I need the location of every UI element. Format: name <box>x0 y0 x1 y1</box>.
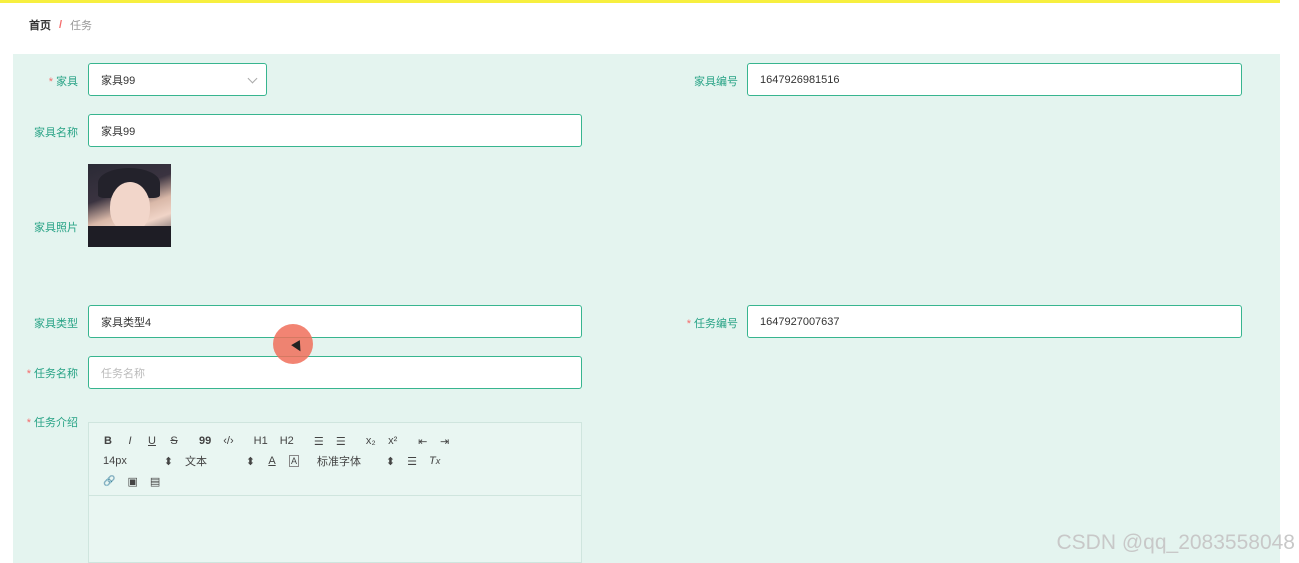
updown-icon: ⬍ <box>163 455 173 468</box>
furniture-type-input[interactable]: 家具类型4 <box>88 305 582 338</box>
updown-icon: ⬍ <box>245 455 255 468</box>
furniture-label: * 家具 <box>48 76 78 88</box>
code-button[interactable]: ‹/› <box>223 435 233 447</box>
underline-button[interactable]: U <box>147 435 157 447</box>
font-color-button[interactable]: A <box>267 455 277 467</box>
breadcrumb: 首页 / 任务 <box>13 4 1280 46</box>
align-button[interactable]: ☰ <box>407 455 417 468</box>
watermark: CSDN @qq_2083558048 <box>1056 531 1296 554</box>
strike-button[interactable]: S <box>169 435 179 447</box>
clear-format-button[interactable]: Tx <box>429 455 440 467</box>
outdent-button[interactable]: ⇤ <box>418 435 428 448</box>
task-no-label: * 任务编号 <box>686 318 738 330</box>
furniture-photo-label: 家具照片 <box>34 222 78 234</box>
breadcrumb-home[interactable]: 首页 <box>29 17 51 33</box>
task-intro-label: * 任务介绍 <box>26 417 78 429</box>
furniture-select-value: 家具99 <box>101 74 136 87</box>
breadcrumb-current: 任务 <box>70 20 93 32</box>
furniture-photo-image[interactable] <box>88 164 171 247</box>
chevron-down-icon <box>247 73 258 84</box>
subscript-button[interactable]: x₂ <box>366 435 376 447</box>
editor-toolbar: B I U S 99 ‹/› H1 H2 ☰ ☰ x₂ x² ⇤ ⇥ 14px ⬍… <box>89 423 581 496</box>
heading2-button[interactable]: H2 <box>280 435 294 447</box>
furniture-name-input[interactable]: 家具99 <box>88 114 582 147</box>
updown-icon: ⬍ <box>385 455 396 468</box>
indent-button[interactable]: ⇥ <box>440 435 450 448</box>
video-icon[interactable]: ▤ <box>150 475 160 488</box>
link-icon[interactable]: 🔗 <box>103 476 115 487</box>
bold-button[interactable]: B <box>103 435 113 447</box>
superscript-button[interactable]: x² <box>388 435 398 447</box>
task-no-input[interactable]: 1647927007637 <box>747 305 1242 338</box>
furniture-no-label: 家具编号 <box>694 76 738 88</box>
text-type-select[interactable]: 文本 ⬍ <box>185 453 255 469</box>
task-name-label: * 任务名称 <box>26 368 78 380</box>
bullet-list-button[interactable]: ☰ <box>336 435 346 448</box>
rich-text-editor[interactable]: B I U S 99 ‹/› H1 H2 ☰ ☰ x₂ x² ⇤ ⇥ 14px ⬍… <box>88 422 582 563</box>
font-family-select[interactable]: 标准字体 ⬍ <box>317 453 395 469</box>
image-icon[interactable]: ▣ <box>127 475 137 488</box>
furniture-no-input[interactable]: 1647926981516 <box>747 63 1242 96</box>
breadcrumb-separator: / <box>59 19 63 31</box>
ordered-list-button[interactable]: ☰ <box>314 435 324 448</box>
furniture-name-label: 家具名称 <box>34 127 78 139</box>
blockquote-button[interactable]: 99 <box>199 435 211 447</box>
italic-button[interactable]: I <box>125 435 135 447</box>
task-name-input[interactable]: 任务名称 <box>88 356 582 389</box>
heading1-button[interactable]: H1 <box>254 435 268 447</box>
furniture-type-label: 家具类型 <box>34 318 78 330</box>
top-accent-bar <box>0 0 1280 3</box>
furniture-select[interactable]: 家具99 <box>88 63 267 96</box>
font-size-select[interactable]: 14px ⬍ <box>103 455 173 468</box>
background-color-button[interactable]: A <box>289 455 300 467</box>
